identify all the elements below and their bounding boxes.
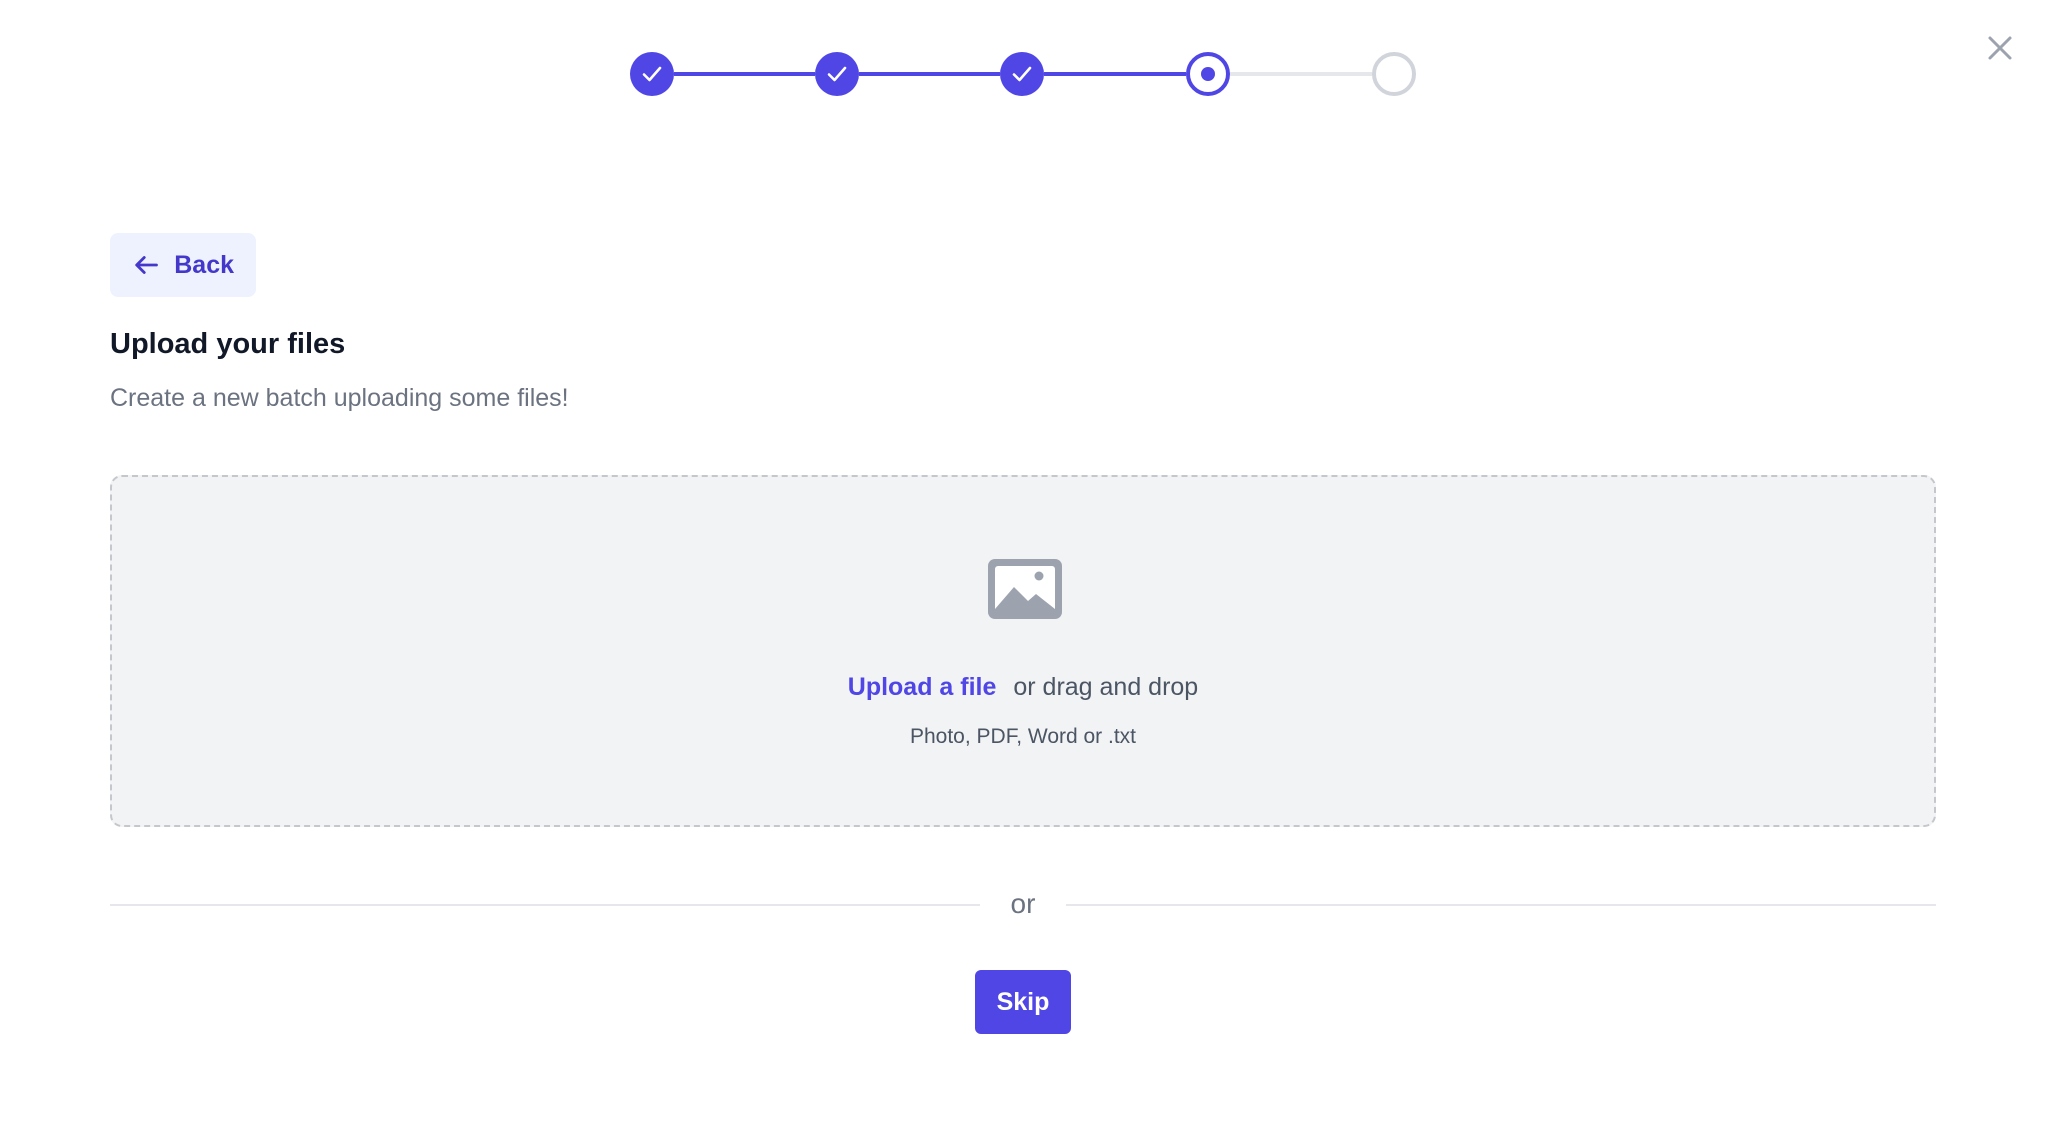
step-connector-2	[859, 72, 1000, 76]
divider-line-left	[110, 904, 980, 906]
check-icon	[1012, 66, 1032, 82]
check-icon	[827, 66, 847, 82]
step-connector-4	[1230, 72, 1372, 76]
step-3-complete[interactable]	[1000, 52, 1044, 96]
close-button[interactable]	[1980, 28, 2020, 68]
step-connector-3	[1044, 72, 1186, 76]
progress-stepper	[630, 52, 1416, 96]
close-icon	[1988, 36, 2012, 60]
upload-step-page: Back Upload your files Create a new batc…	[0, 0, 2048, 1126]
back-button-label: Back	[174, 250, 234, 279]
divider-or-text: or	[1010, 888, 1036, 919]
page-title: Upload your files	[110, 328, 346, 360]
page-subtitle: Create a new batch uploading some files!	[110, 384, 569, 412]
drag-drop-text: or drag and drop	[1013, 673, 1199, 701]
current-step-dot	[1201, 67, 1215, 81]
upload-file-link[interactable]: Upload a file	[848, 673, 997, 701]
back-button[interactable]: Back	[110, 233, 256, 297]
image-icon	[988, 559, 1062, 619]
step-2-complete[interactable]	[815, 52, 859, 96]
dropzone-instructions: Upload a file or drag and drop	[112, 673, 1934, 702]
divider-line-right	[1066, 904, 1936, 906]
step-connector-1	[674, 72, 815, 76]
step-5-upcoming[interactable]	[1372, 52, 1416, 96]
step-4-current[interactable]	[1186, 52, 1230, 96]
arrow-left-icon	[135, 256, 158, 274]
skip-button[interactable]: Skip	[975, 970, 1071, 1034]
file-dropzone[interactable]: Upload a file or drag and drop Photo, PD…	[110, 475, 1936, 827]
file-types-hint: Photo, PDF, Word or .txt	[909, 725, 1137, 748]
check-icon	[642, 66, 662, 82]
step-1-complete[interactable]	[630, 52, 674, 96]
